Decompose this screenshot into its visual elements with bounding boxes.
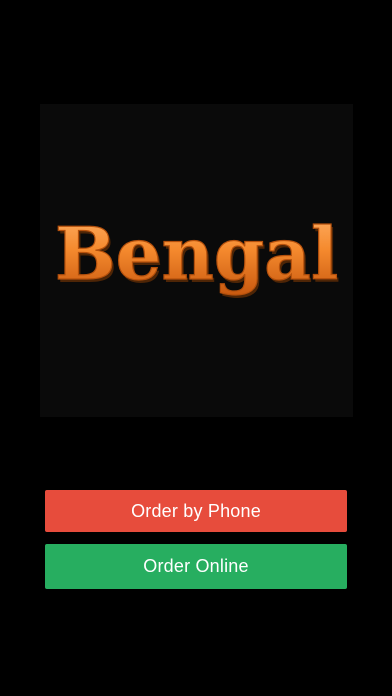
restaurant-logo: Bengal Bengal [40,104,353,417]
order-online-button[interactable]: Order Online [45,544,347,589]
restaurant-logo-image: Bengal Bengal [54,210,340,299]
order-by-phone-button[interactable]: Order by Phone [45,490,347,532]
logo-text: Bengal [55,211,338,296]
order-by-phone-label: Order by Phone [131,501,261,521]
order-online-label: Order Online [143,556,249,576]
